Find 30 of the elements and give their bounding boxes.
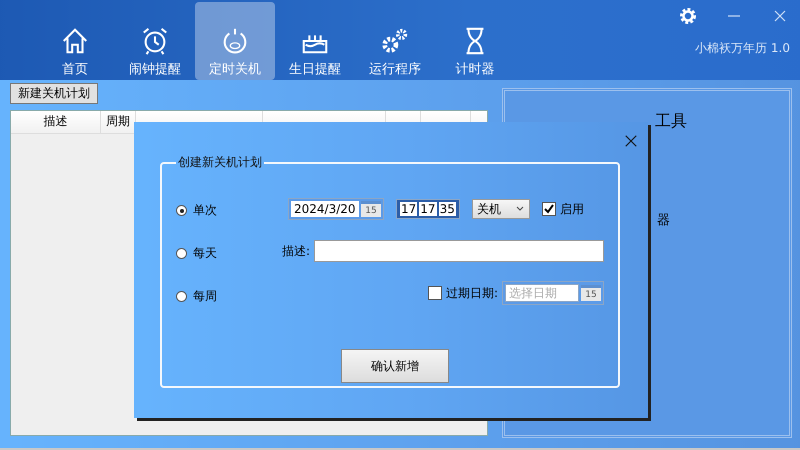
panel-title: 工具 (655, 111, 687, 132)
home-icon (60, 26, 90, 56)
radio-option[interactable]: 每周 (176, 288, 217, 305)
radio-option[interactable]: 单次 (176, 202, 217, 219)
confirm-button[interactable]: 确认新增 (341, 349, 449, 383)
calendar-icon[interactable]: 15 (361, 201, 381, 217)
caret-icon (516, 206, 524, 212)
settings-icon[interactable] (678, 6, 698, 26)
description-label: 描述: (282, 242, 310, 260)
nav-tab[interactable]: 生日提醒 (275, 2, 355, 80)
nav-tab[interactable]: 运行程序 (355, 2, 435, 80)
tool-label: 器 (657, 212, 670, 229)
alarm-clock-icon (140, 26, 170, 56)
app-title: 小棉袄万年历 1.0 (695, 40, 790, 57)
calendar-icon[interactable]: 15 (581, 285, 601, 301)
new-plan-button[interactable]: 新建关机计划 (10, 83, 98, 104)
nav-tab[interactable]: 闹钟提醒 (115, 2, 195, 80)
nav-tab[interactable]: 首页 (35, 2, 115, 80)
nav-tab[interactable]: 计时器 (435, 2, 515, 80)
date-picker[interactable]: 2024/3/20 15 (288, 198, 384, 220)
radio-option[interactable]: 每天 (176, 245, 217, 262)
description-field[interactable] (314, 240, 604, 262)
expiry-date-picker[interactable]: 选择日期 15 (502, 281, 604, 305)
column-header[interactable]: 描述 (11, 111, 101, 133)
expiry-checkbox[interactable]: 过期日期: (428, 284, 498, 302)
action-dropdown[interactable]: 关机 (472, 199, 530, 219)
time-picker[interactable]: 17 17 35 (396, 199, 460, 219)
group-title: 创建新关机计划 (177, 154, 263, 171)
enable-checkbox[interactable]: 启用 (542, 200, 584, 218)
close-icon[interactable] (624, 134, 638, 148)
